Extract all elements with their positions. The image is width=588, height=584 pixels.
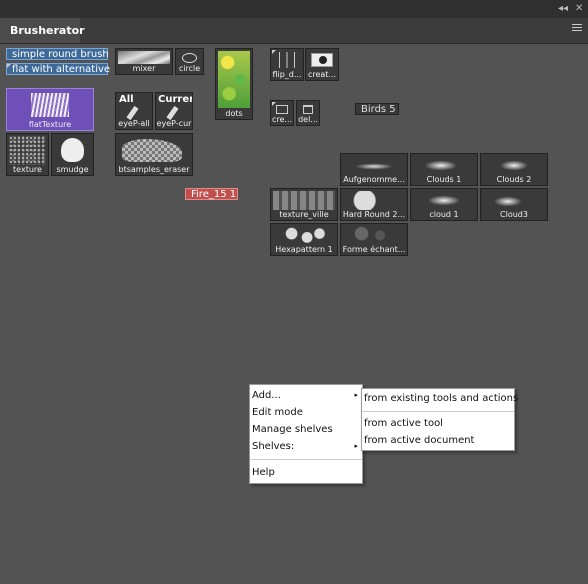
- cloud-icon: [483, 156, 545, 175]
- menu-item-help[interactable]: Help: [250, 464, 362, 481]
- menu-item-label: Shelves:: [252, 441, 295, 452]
- flat-with-alternative-button[interactable]: flat with alternative: [6, 63, 111, 75]
- flat-texture-icon: [31, 93, 69, 117]
- forme-icon: [343, 226, 405, 245]
- eyep-all-top-label: All: [119, 94, 134, 105]
- submenu-from-existing-tools[interactable]: from existing tools and actions: [362, 390, 518, 408]
- brush-cre[interactable]: cre...: [270, 100, 294, 126]
- submenu-arrow-icon: ▸: [354, 391, 358, 399]
- brush-label: Forme échant...: [342, 245, 406, 254]
- brush-circle[interactable]: circle: [175, 48, 204, 75]
- tab-brusherator[interactable]: Brusherator: [0, 18, 85, 43]
- brush-cloud3[interactable]: Cloud3: [480, 188, 548, 221]
- mixer-icon: [118, 51, 170, 64]
- menu-separator: [250, 459, 362, 460]
- add-submenu: from existing tools and actions from act…: [361, 388, 518, 451]
- texture-icon: [9, 136, 46, 165]
- new-preset-icon: [276, 105, 288, 114]
- brush-stroke-icon: [343, 156, 405, 175]
- brush-label: Cloud3: [500, 210, 528, 219]
- menu-separator: [362, 411, 514, 412]
- brush-label: texture_ville: [279, 210, 329, 219]
- hamburger-menu-icon[interactable]: [572, 24, 582, 33]
- brush-smudge[interactable]: smudge: [51, 133, 94, 176]
- window-titlebar: ◂◂ ✕: [0, 0, 588, 18]
- context-menu: Add... ▸ Edit mode Manage shelves Shelves…: [249, 384, 363, 484]
- trash-icon: [303, 105, 313, 114]
- brush-label: flip_d...: [272, 70, 302, 79]
- brush-label: eyeP-all: [118, 119, 150, 128]
- brush-mixer[interactable]: mixer: [115, 48, 173, 75]
- panel-tabbar: Brusherator: [0, 18, 588, 44]
- brush-label: Aufgenomme...: [343, 175, 405, 184]
- brush-label: Hard Round 2...: [342, 210, 406, 219]
- brush-btsamples-eraser[interactable]: btsamples_eraser: [115, 133, 193, 176]
- menu-item-shelves[interactable]: Shelves: ▸: [250, 438, 362, 455]
- brush-aufgenommen[interactable]: Aufgenomme...: [340, 153, 408, 186]
- menu-item-edit-mode[interactable]: Edit mode: [250, 404, 362, 421]
- texture-ville-icon: [273, 191, 335, 210]
- brush-label: creat...: [307, 70, 337, 79]
- cloud-icon: [413, 156, 475, 175]
- brush-cloud1[interactable]: cloud 1: [410, 188, 478, 221]
- create-icon: [311, 53, 333, 67]
- smudge-hand-icon: [61, 138, 84, 162]
- brush-hexapattern[interactable]: Hexapattern 1: [270, 223, 338, 256]
- brush-label: eyeP-cur: [156, 119, 192, 128]
- brush-dots[interactable]: dots: [215, 48, 253, 120]
- brush-label: cre...: [271, 115, 293, 124]
- brush-clouds1[interactable]: Clouds 1: [410, 153, 478, 186]
- close-icon[interactable]: ✕: [575, 3, 583, 14]
- brush-label: cloud 1: [429, 210, 459, 219]
- cloud-icon: [413, 191, 475, 210]
- cloud-icon: [483, 191, 545, 210]
- brush-label: btsamples_eraser: [118, 165, 190, 174]
- circle-icon: [182, 53, 197, 63]
- eraser-icon: [122, 139, 182, 162]
- brush-clouds2[interactable]: Clouds 2: [480, 153, 548, 186]
- brush-eyep-cur[interactable]: Current eyeP-cur: [155, 92, 193, 130]
- simple-round-brush-button[interactable]: simple round brush: [6, 48, 109, 60]
- brush-label: texture: [13, 165, 42, 174]
- menu-item-manage-shelves[interactable]: Manage shelves: [250, 421, 362, 438]
- brush-label: del...: [298, 115, 318, 124]
- brush-label: dots: [225, 109, 243, 118]
- submenu-from-active-document[interactable]: from active document: [362, 432, 514, 449]
- brush-flattexture[interactable]: flatTexture: [6, 88, 94, 131]
- fire-button[interactable]: Fire_15 1: [185, 188, 238, 200]
- submenu-from-active-tool[interactable]: from active tool: [362, 415, 514, 432]
- dots-icon: [218, 51, 250, 108]
- brush-del[interactable]: del...: [296, 100, 320, 126]
- brush-texture-ville[interactable]: texture_ville: [270, 188, 338, 221]
- brush-eyep-all[interactable]: All eyeP-all: [115, 92, 153, 130]
- hexapattern-icon: [273, 226, 335, 245]
- submenu-arrow-icon: ▸: [354, 442, 358, 450]
- brush-create[interactable]: creat...: [305, 48, 339, 81]
- brush-label: mixer: [132, 64, 156, 73]
- collapse-icon[interactable]: ◂◂: [558, 3, 568, 14]
- brush-hard-round[interactable]: Hard Round 2...: [340, 188, 408, 221]
- birds-button[interactable]: Birds 5: [355, 103, 399, 115]
- brush-label: circle: [178, 64, 201, 73]
- menu-item-label: Add...: [252, 390, 281, 401]
- menu-item-add[interactable]: Add... ▸: [250, 387, 362, 404]
- brush-flip[interactable]: flip_d...: [270, 48, 304, 81]
- brush-label: smudge: [56, 165, 89, 174]
- brush-texture[interactable]: texture: [6, 133, 49, 176]
- flip-icon: [279, 52, 295, 68]
- eyep-cur-top-label: Current: [158, 94, 192, 105]
- brush-label: flatTexture: [28, 120, 72, 129]
- hard-round-icon: [343, 191, 405, 210]
- preset-corner-icon: [272, 50, 276, 54]
- brush-label: Clouds 1: [426, 175, 462, 184]
- brush-label: Clouds 2: [496, 175, 532, 184]
- preset-corner-icon: [7, 64, 11, 68]
- flat-with-alternative-label: flat with alternative: [12, 64, 111, 75]
- brush-forme[interactable]: Forme échant...: [340, 223, 408, 256]
- brush-label: Hexapattern 1: [275, 245, 333, 254]
